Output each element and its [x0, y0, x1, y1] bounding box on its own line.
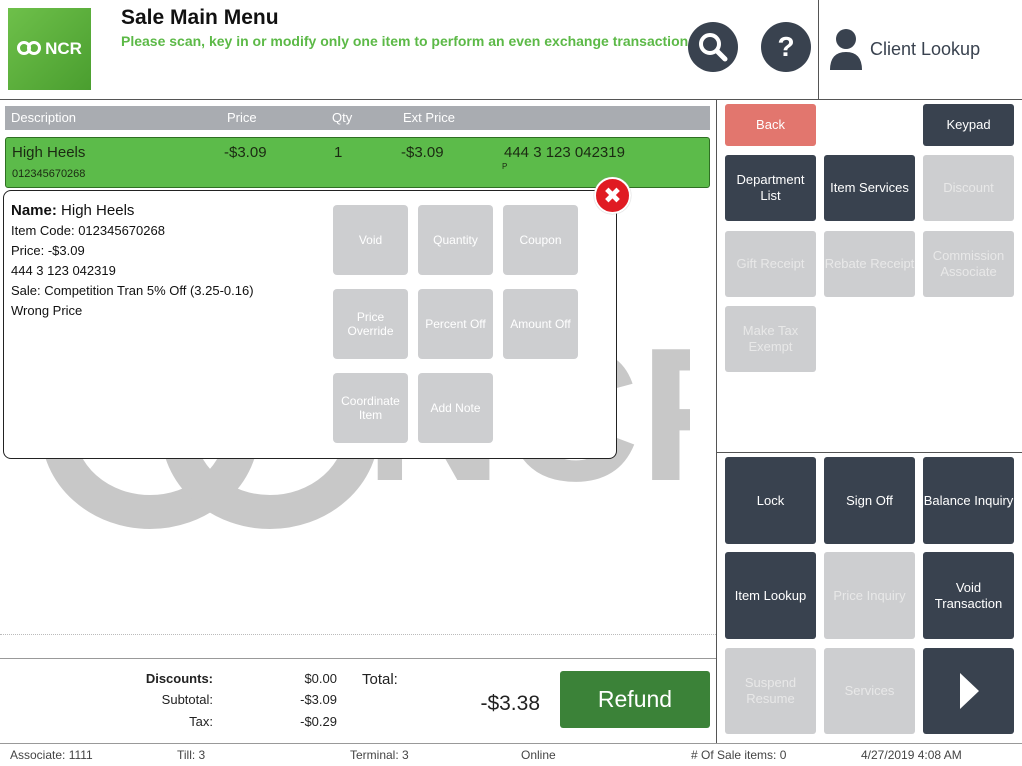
help-button[interactable]: ?: [761, 22, 811, 72]
row-qty: 1: [334, 144, 343, 161]
percent-off-button[interactable]: Percent Off: [418, 289, 493, 359]
person-icon: [830, 29, 862, 70]
status-bar: Associate: 1111 Till: 3 Terminal: 3 Onli…: [0, 743, 1022, 766]
item-name-label: Name:: [11, 202, 57, 219]
status-terminal: Terminal: 3: [350, 748, 409, 762]
amount-off-button[interactable]: Amount Off: [503, 289, 578, 359]
suspend-resume-button[interactable]: Suspend Resume: [725, 648, 816, 734]
item-upc: 444 3 123 042319: [11, 263, 116, 278]
column-qty: Qty: [332, 110, 353, 125]
keypad-button[interactable]: Keypad: [923, 104, 1014, 146]
close-icon: ✖: [603, 182, 622, 208]
subtotal-value: -$3.09: [300, 692, 337, 707]
discount-button[interactable]: Discount: [923, 155, 1014, 221]
refund-button[interactable]: Refund: [560, 671, 710, 728]
search-button[interactable]: [688, 22, 738, 72]
ncr-logo: NCR: [8, 8, 91, 90]
tax-value: -$0.29: [300, 714, 337, 729]
commission-associate-button[interactable]: Commission Associate: [923, 231, 1014, 297]
sign-off-button[interactable]: Sign Off: [824, 457, 915, 544]
action-panel-divider: [716, 452, 1022, 453]
next-page-button[interactable]: [923, 648, 1014, 734]
subtotal-label: Subtotal:: [161, 692, 213, 707]
void-transaction-button[interactable]: Void Transaction: [923, 552, 1014, 639]
client-lookup-label: Client Lookup: [870, 39, 981, 59]
item-reason: Wrong Price: [11, 303, 83, 318]
divider: [0, 634, 716, 635]
column-description: Description: [11, 110, 77, 125]
item-services-button[interactable]: Item Services: [824, 155, 915, 221]
right-arrow-icon: [959, 673, 979, 709]
coupon-button[interactable]: Coupon: [503, 205, 578, 275]
row-flag: P: [502, 162, 508, 171]
item-detail-popup: Name: High Heels Item Code: 012345670268…: [3, 190, 617, 459]
row-price: -$3.09: [224, 144, 267, 161]
status-datetime: 4/27/2019 4:08 AM: [861, 748, 962, 762]
ncr-rings-icon: [17, 41, 43, 57]
item-name: High Heels: [61, 202, 135, 219]
header-bar: NCR Sale Main Menu Please scan, key in o…: [0, 0, 1022, 100]
search-icon: [699, 33, 728, 62]
department-list-button[interactable]: Department List: [725, 155, 816, 221]
back-button[interactable]: Back: [725, 104, 816, 146]
balance-inquiry-button[interactable]: Balance Inquiry: [923, 457, 1014, 544]
tax-label: Tax:: [189, 714, 213, 729]
status-connection: Online: [521, 748, 556, 762]
item-price: Price: -$3.09: [11, 243, 85, 258]
transaction-table-header: Description Price Qty Ext Price: [5, 106, 710, 130]
price-inquiry-button[interactable]: Price Inquiry: [824, 552, 915, 639]
item-code: Item Code: 012345670268: [11, 223, 165, 238]
page-title: Sale Main Menu: [121, 6, 279, 29]
discounts-label: Discounts:: [145, 671, 213, 686]
status-sale-items: # Of Sale items: 0: [691, 748, 787, 762]
void-item-button[interactable]: Void: [333, 205, 408, 275]
help-icon: ?: [777, 31, 795, 62]
logo-text: NCR: [45, 39, 82, 58]
coordinate-item-button[interactable]: Coordinate Item: [333, 373, 408, 443]
total-value: -$3.38: [480, 692, 540, 715]
row-ext-price: -$3.09: [401, 144, 444, 161]
column-price: Price: [227, 110, 257, 125]
lock-button[interactable]: Lock: [725, 457, 816, 544]
row-description: High Heels: [12, 144, 86, 161]
services-button[interactable]: Services: [824, 648, 915, 734]
total-label: Total:: [362, 671, 398, 688]
price-override-button[interactable]: Price Override: [333, 289, 408, 359]
discounts-value: $0.00: [304, 671, 337, 686]
column-ext-price: Ext Price: [403, 110, 456, 125]
item-sale-info: Sale: Competition Tran 5% Off (3.25-0.16…: [11, 283, 254, 298]
gift-receipt-button[interactable]: Gift Receipt: [725, 231, 816, 297]
status-associate: Associate: 1111: [10, 748, 93, 762]
status-till: Till: 3: [177, 748, 206, 762]
row-item-code: 012345670268: [12, 168, 86, 180]
item-detail-info: Name: High Heels Item Code: 012345670268…: [11, 201, 254, 321]
quantity-button[interactable]: Quantity: [418, 205, 493, 275]
close-popup-button[interactable]: ✖: [594, 177, 631, 214]
row-upc: 444 3 123 042319: [504, 144, 625, 161]
client-lookup-button[interactable]: Client Lookup: [818, 0, 1022, 100]
make-tax-exempt-button[interactable]: Make Tax Exempt: [725, 306, 816, 372]
rebate-receipt-button[interactable]: Rebate Receipt: [824, 231, 915, 297]
page-instructions: Please scan, key in or modify only one i…: [121, 33, 693, 49]
item-lookup-button[interactable]: Item Lookup: [725, 552, 816, 639]
add-note-button[interactable]: Add Note: [418, 373, 493, 443]
